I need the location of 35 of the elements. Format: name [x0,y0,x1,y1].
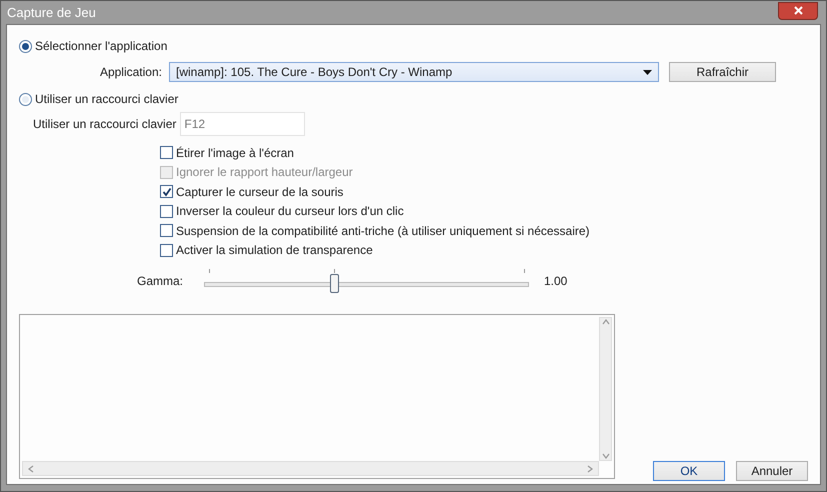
scroll-up-icon[interactable] [602,318,610,326]
slider-thumb[interactable] [330,274,339,293]
caret-icon [643,70,652,74]
checkbox[interactable] [160,224,173,238]
checkbox[interactable] [160,244,173,257]
radio-button[interactable] [19,40,32,52]
vertical-scrollbar[interactable] [599,317,612,461]
window-title: Capture de Jeu [7,5,96,20]
hotkey-field[interactable]: F12 [180,112,306,136]
hotkey-label: Utiliser un raccourci clavier [33,117,176,131]
horizontal-scrollbar[interactable] [22,461,599,476]
option-label[interactable]: Étirer l'image à l'écran [176,146,294,160]
ok-button[interactable]: OK [653,461,725,481]
option-label[interactable]: Inverser la couleur du curseur lors d'un clic [176,204,404,218]
refresh-button[interactable]: Rafraîchir [669,62,776,82]
option-label[interactable]: Activer la simulation de transparence [176,243,373,258]
option-label[interactable]: Suspension de la compatibilité anti-triche (à utiliser uniquement si nécessaire) [176,224,590,238]
checkbox[interactable] [160,185,173,198]
application-dropdown[interactable]: [winamp]: 105. The Cure - Boys Don't Cry - Winamp [169,62,659,82]
radio-button[interactable] [19,92,32,106]
close-icon [794,6,802,15]
close-button[interactable] [778,2,818,20]
gamma-label: Gamma: [136,274,183,288]
checkbox[interactable] [160,146,173,160]
checkbox[interactable] [160,204,173,218]
gamma-slider[interactable] [204,269,529,293]
application-label: Application: [98,65,162,79]
scroll-left-icon[interactable] [27,464,35,472]
gamma-value: 1.00 [544,274,568,288]
radio-label[interactable]: Utiliser un raccourci clavier [35,92,178,106]
scroll-down-icon[interactable] [602,452,610,460]
cancel-button[interactable]: Annuler [736,461,808,481]
option-label[interactable]: Capturer le curseur de la souris [176,184,344,199]
scroll-right-icon[interactable] [586,464,594,472]
radio-label[interactable]: Sélectionner l'application [35,39,168,53]
